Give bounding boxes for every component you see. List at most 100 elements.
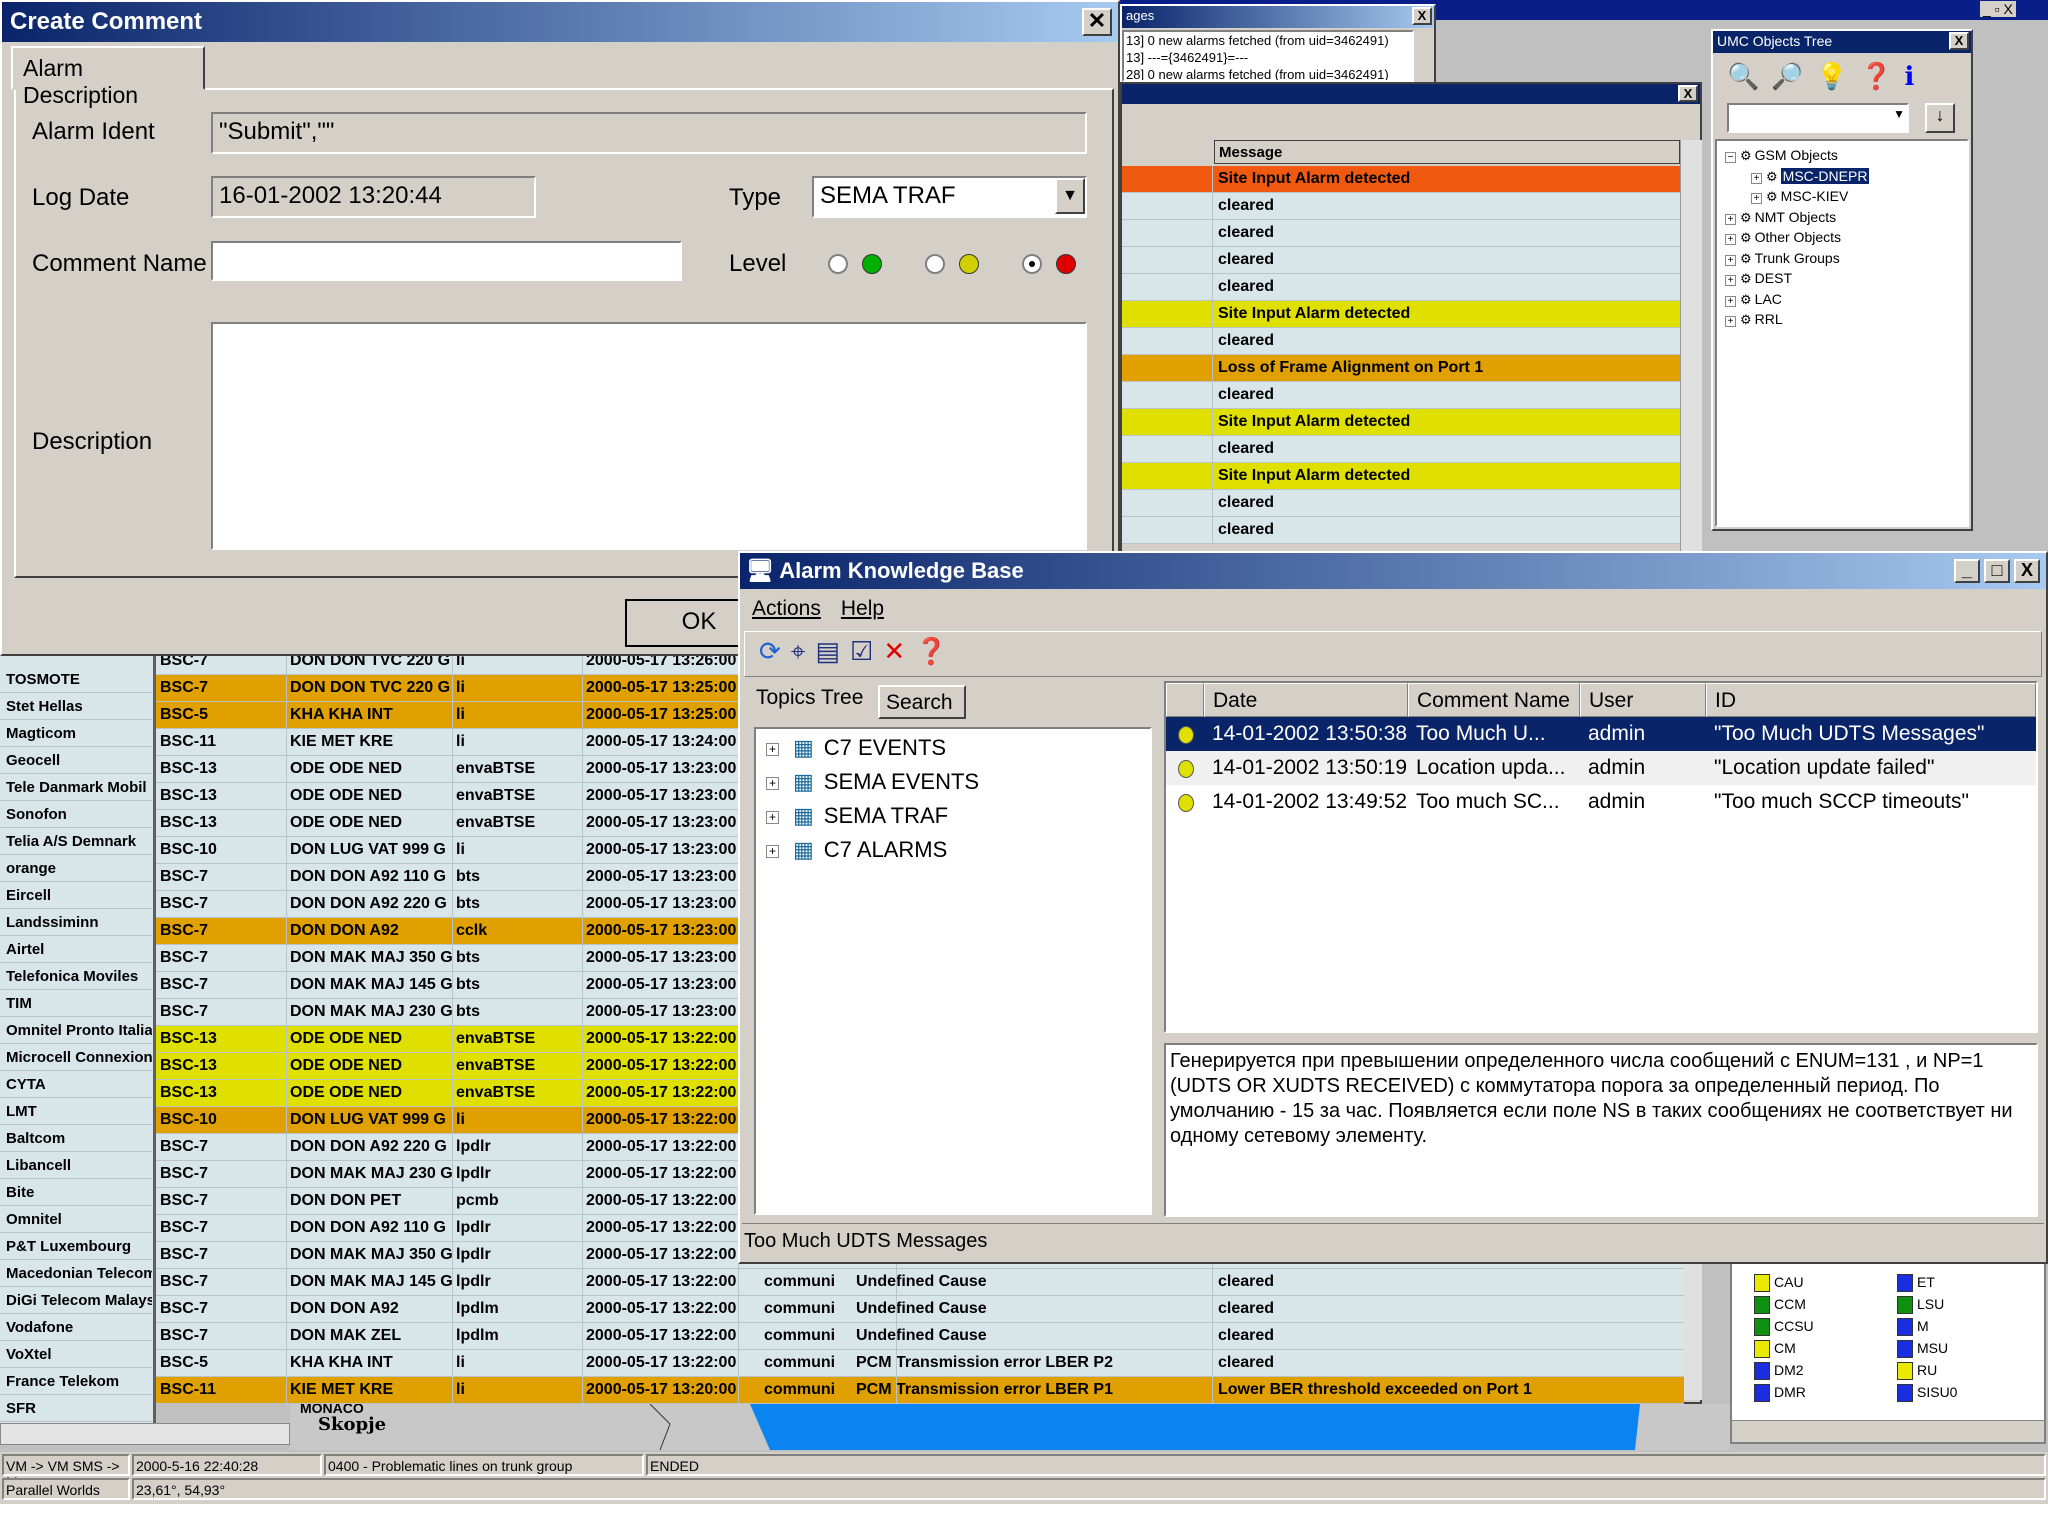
tree-item[interactable]: + ⚙ Trunk Groups <box>1725 250 1840 267</box>
table-row[interactable]: cleared <box>1122 193 1680 220</box>
message-column-header[interactable]: Message <box>1214 140 1680 164</box>
expand-icon[interactable]: + <box>1725 316 1736 327</box>
table-row[interactable]: Site Input Alarm detected <box>1122 166 1680 193</box>
operator-item[interactable]: Airtel <box>0 936 152 963</box>
pin-icon[interactable]: ⌖ <box>791 636 816 666</box>
expand-icon[interactable]: + <box>766 810 779 824</box>
radio-button[interactable] <box>925 254 945 274</box>
expand-icon[interactable]: + <box>1725 275 1736 286</box>
expand-icon[interactable]: + <box>766 776 779 790</box>
topic-item[interactable]: + ▦ C7 EVENTS <box>766 735 946 761</box>
operator-item[interactable]: Telefonica Moviles <box>0 963 152 990</box>
tab-topics-tree[interactable]: Topics Tree <box>748 681 876 719</box>
table-row[interactable]: cleared <box>1122 274 1680 301</box>
tree-item[interactable]: + ⚙ MSC-DNEPR <box>1751 167 1870 185</box>
table-row[interactable]: 14-01-2002 13:50:38 Too Much U... admin "To… <box>1166 717 2036 751</box>
operator-item[interactable]: Tele Danmark Mobil <box>0 774 152 801</box>
expand-icon[interactable]: + <box>1725 213 1736 225</box>
table-row[interactable]: cleared <box>1122 220 1680 247</box>
operator-item[interactable]: SFR <box>0 1395 152 1422</box>
column-header[interactable]: ID <box>1706 683 2036 717</box>
type-select[interactable]: SEMA TRAF ▼ <box>812 176 1087 218</box>
table-row[interactable]: BSC-7 DON DON A92 lpdlm 2000-05-17 13:22:00… <box>156 1296 1684 1323</box>
tree-item[interactable]: + ⚙ LAC <box>1725 291 1782 308</box>
operator-item[interactable]: Baltcom <box>0 1125 152 1152</box>
expand-icon[interactable]: − <box>1725 152 1736 163</box>
table-row[interactable]: BSC-5 KHA KHA INT li 2000-05-17 13:22:00 com… <box>156 1350 1684 1377</box>
find-icon[interactable]: 🔎 <box>1771 61 1815 91</box>
operator-item[interactable]: Microcell Connexion <box>0 1044 152 1071</box>
topic-item[interactable]: + ▦ SEMA TRAF <box>766 803 948 829</box>
help-icon[interactable]: ❓ <box>1860 61 1904 91</box>
level-option[interactable] <box>828 252 898 276</box>
operator-item[interactable]: Libancell <box>0 1152 152 1179</box>
operator-item[interactable]: Sonofon <box>0 801 152 828</box>
table-row[interactable]: cleared <box>1122 490 1680 517</box>
operator-item[interactable]: DiGi Telecom Malaysia <box>0 1287 152 1314</box>
info-icon[interactable]: ℹ <box>1905 61 1927 91</box>
level-option[interactable] <box>925 252 995 276</box>
close-button[interactable]: X <box>2014 559 2040 583</box>
operator-item[interactable]: Geocell <box>0 747 152 774</box>
tree-item[interactable]: + ⚙ MSC-KIEV <box>1751 188 1848 205</box>
table-row[interactable]: cleared <box>1122 517 1680 544</box>
expand-icon[interactable]: + <box>1751 193 1762 204</box>
table-row[interactable]: BSC-11 KIE MET KRE li 2000-05-17 13:20:00 co… <box>156 1377 1684 1404</box>
operators-hscrollbar[interactable] <box>0 1423 290 1445</box>
table-row[interactable]: cleared <box>1122 247 1680 274</box>
expand-icon[interactable]: + <box>766 844 779 858</box>
operator-item[interactable]: P&T Luxembourg <box>0 1233 152 1260</box>
level-option[interactable] <box>1022 252 1092 276</box>
maximize-button[interactable]: □ <box>1984 559 2010 583</box>
tree-item[interactable]: − ⚙ GSM Objects <box>1725 147 1838 164</box>
refresh-icon[interactable]: ⟳ <box>759 636 791 666</box>
operator-item[interactable]: VoXtel <box>0 1341 152 1368</box>
tree-item[interactable]: + ⚙ NMT Objects <box>1725 209 1836 226</box>
topic-item[interactable]: + ▦ SEMA EVENTS <box>766 769 979 795</box>
close-button[interactable]: X <box>1678 85 1698 102</box>
table-row[interactable]: 14-01-2002 13:50:19 Location upda... admin… <box>1166 751 2036 785</box>
close-button[interactable]: X <box>1949 32 1969 50</box>
radio-button[interactable] <box>828 254 848 274</box>
menu-actions[interactable]: Actions <box>752 597 821 620</box>
tree-item[interactable]: + ⚙ RRL <box>1725 311 1783 328</box>
operator-item[interactable]: Omnitel Pronto Italia <box>0 1017 152 1044</box>
help-icon[interactable]: ❓ <box>915 636 957 666</box>
operator-item[interactable]: France Telekom <box>0 1368 152 1395</box>
table-row[interactable]: BSC-7 DON MAK MAJ 145 Glpdlr 2000-05-17 13… <box>156 1269 1684 1296</box>
close-button[interactable]: ✕ <box>1082 8 1112 36</box>
minimize-button[interactable]: _ <box>1954 559 1980 583</box>
comment-description[interactable]: Генерируется при превышении определенног… <box>1164 1043 2038 1217</box>
table-row[interactable]: Site Input Alarm detected <box>1122 463 1680 490</box>
operator-item[interactable]: Macedonian Telecom <box>0 1260 152 1287</box>
menu-help[interactable]: Help <box>841 597 884 620</box>
approve-icon[interactable]: ☑ <box>850 636 883 666</box>
column-header[interactable]: Date <box>1204 683 1408 717</box>
operator-item[interactable]: Stet Hellas <box>0 693 152 720</box>
table-row[interactable]: 14-01-2002 13:49:52 Too much SC... admin "T… <box>1166 785 2036 819</box>
table-row[interactable]: cleared <box>1122 382 1680 409</box>
lightbulb-icon[interactable]: 💡 <box>1816 61 1860 91</box>
column-header[interactable]: User <box>1580 683 1706 717</box>
go-down-button[interactable]: ↓ <box>1925 103 1955 133</box>
operator-item[interactable]: Eircell <box>0 882 152 909</box>
operator-item[interactable]: Vodafone <box>0 1314 152 1341</box>
comment-name-input[interactable] <box>211 241 682 281</box>
app-window-controls[interactable]: _ ▫ X <box>1980 1 2016 17</box>
operator-item[interactable]: LMT <box>0 1098 152 1125</box>
operator-item[interactable]: TIM <box>0 990 152 1017</box>
expand-icon[interactable]: + <box>766 742 779 756</box>
operator-item[interactable]: Telia A/S Demnark <box>0 828 152 855</box>
column-header[interactable]: Comment Name <box>1408 683 1580 717</box>
close-button[interactable]: X <box>1412 7 1432 25</box>
tab-search[interactable]: Search <box>878 685 966 719</box>
document-icon[interactable]: ▤ <box>815 636 850 666</box>
column-header-icon[interactable] <box>1166 683 1204 717</box>
expand-icon[interactable]: + <box>1725 234 1736 245</box>
tab-alarm-description[interactable]: Alarm Description <box>11 46 205 108</box>
tree-item[interactable]: + ⚙ DEST <box>1725 270 1792 287</box>
search-icon[interactable]: 🔍 <box>1727 61 1771 91</box>
expand-icon[interactable]: + <box>1725 254 1736 266</box>
operator-item[interactable]: CYTA <box>0 1071 152 1098</box>
alarm-ident-field[interactable]: "Submit","" <box>211 112 1087 154</box>
